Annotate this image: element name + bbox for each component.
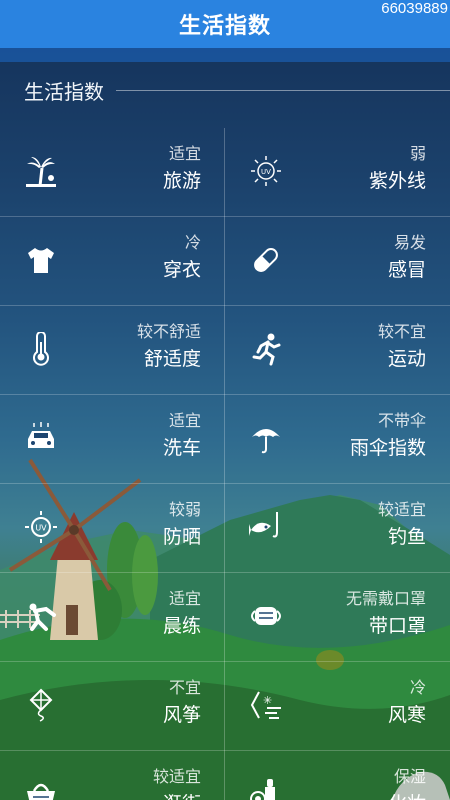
app-header: 生活指数 66039889 [0, 0, 450, 48]
index-level: 较弱 [168, 500, 201, 519]
index-item-shopping[interactable]: 较适宜 逛街 [0, 751, 225, 800]
index-name: 洗车 [162, 437, 201, 459]
running-person-icon [252, 333, 281, 366]
thermometer-icon [33, 332, 49, 366]
index-level: 较适宜 [152, 767, 201, 786]
index-level: 不带伞 [377, 411, 426, 430]
index-item-windchill[interactable]: ✳ 冷 风寒 [225, 662, 450, 751]
index-level: 适宜 [168, 589, 201, 608]
svg-text:✳: ✳ [263, 694, 272, 707]
stretching-person-icon [29, 603, 56, 631]
tshirt-icon [28, 248, 54, 273]
index-row: UV 较弱 防晒 较适宜 钓鱼 [0, 484, 450, 573]
index-name: 旅游 [162, 170, 201, 192]
index-level: 较不舒适 [136, 322, 201, 341]
index-item-uv[interactable]: UV 弱 紫外线 [225, 128, 450, 217]
index-name: 感冒 [387, 259, 426, 281]
section-divider [116, 90, 450, 91]
life-index-panel: 生活指数 适宜 旅游 UV 弱 紫外线 冷 穿衣 易发 感冒 较不舒适 舒适度 … [0, 62, 450, 800]
index-level: 保湿 [393, 767, 426, 786]
index-name: 舒适度 [143, 348, 201, 370]
index-level: 无需戴口罩 [345, 589, 426, 608]
index-name: 穿衣 [162, 259, 201, 281]
shopping-basket-icon [27, 783, 55, 800]
index-name: 运动 [387, 348, 426, 370]
index-name: 逛街 [163, 789, 201, 800]
svg-text:UV: UV [261, 168, 271, 176]
uv-sun-icon: UV [251, 156, 281, 186]
index-item-comfort[interactable]: 较不舒适 舒适度 [0, 306, 225, 395]
cosmetics-icon [250, 779, 275, 800]
index-item-sport[interactable]: 较不宜 运动 [225, 306, 450, 395]
index-row: 适宜 晨练 无需戴口罩 带口罩 [0, 573, 450, 662]
index-item-kite[interactable]: 不宜 风筝 [0, 662, 225, 751]
index-row: 较不舒适 舒适度 较不宜 运动 [0, 306, 450, 395]
index-name: 雨伞指数 [349, 437, 426, 459]
index-level: 冷 [184, 233, 201, 252]
index-name: 晨练 [162, 615, 201, 637]
index-level: 弱 [409, 144, 426, 163]
section-header: 生活指数 [24, 76, 450, 105]
index-row: 适宜 洗车 不带伞 雨伞指数 [0, 395, 450, 484]
index-name: 带口罩 [368, 615, 426, 637]
index-item-travel[interactable]: 适宜 旅游 [0, 128, 225, 217]
index-item-dressing[interactable]: 冷 穿衣 [0, 217, 225, 306]
umbrella-icon [252, 429, 280, 454]
car-wash-icon [28, 422, 54, 448]
page-title: 生活指数 [178, 14, 271, 39]
index-name: 钓鱼 [387, 526, 426, 548]
index-item-sunscreen[interactable]: UV 较弱 防晒 [0, 484, 225, 573]
face-mask-icon [251, 607, 281, 625]
index-item-fishing[interactable]: 较适宜 钓鱼 [225, 484, 450, 573]
index-name: 风筝 [162, 704, 201, 726]
index-name: 紫外线 [368, 170, 426, 192]
fish-hook-icon [249, 512, 278, 538]
header-code: 66039889 [381, 0, 448, 17]
index-item-mask[interactable]: 无需戴口罩 带口罩 [225, 573, 450, 662]
palm-tree-icon [26, 157, 56, 187]
index-row: 不宜 风筝 ✳ 冷 风寒 [0, 662, 450, 751]
index-grid: 适宜 旅游 UV 弱 紫外线 冷 穿衣 易发 感冒 较不舒适 舒适度 较不宜 运… [0, 128, 450, 800]
index-level: 较不宜 [377, 322, 426, 341]
index-item-makeup[interactable]: 保湿 化妆 [225, 751, 450, 800]
header-accent-strip [0, 48, 450, 62]
index-level: 易发 [393, 233, 426, 252]
pill-capsule-icon [254, 248, 278, 272]
index-item-umbrella[interactable]: 不带伞 雨伞指数 [225, 395, 450, 484]
svg-text:UV: UV [35, 524, 47, 533]
index-row: 冷 穿衣 易发 感冒 [0, 217, 450, 306]
index-name: 防晒 [162, 526, 201, 548]
index-item-carwash[interactable]: 适宜 洗车 [0, 395, 225, 484]
sunscreen-uv-icon: UV [25, 511, 57, 543]
index-row: 适宜 旅游 UV 弱 紫外线 [0, 128, 450, 217]
index-level: 较适宜 [377, 500, 426, 519]
index-name: 化妆 [388, 789, 426, 800]
index-level: 冷 [409, 678, 426, 697]
index-level: 适宜 [168, 411, 201, 430]
index-name: 风寒 [387, 704, 426, 726]
index-row: 较适宜 逛街 保湿 化妆 [0, 751, 450, 800]
index-item-cold[interactable]: 易发 感冒 [225, 217, 450, 306]
wind-chill-icon: ✳ [250, 691, 281, 719]
kite-icon [29, 688, 53, 722]
index-level: 适宜 [168, 144, 201, 163]
section-title: 生活指数 [24, 80, 104, 104]
index-level: 不宜 [168, 678, 201, 697]
index-item-morning-exercise[interactable]: 适宜 晨练 [0, 573, 225, 662]
